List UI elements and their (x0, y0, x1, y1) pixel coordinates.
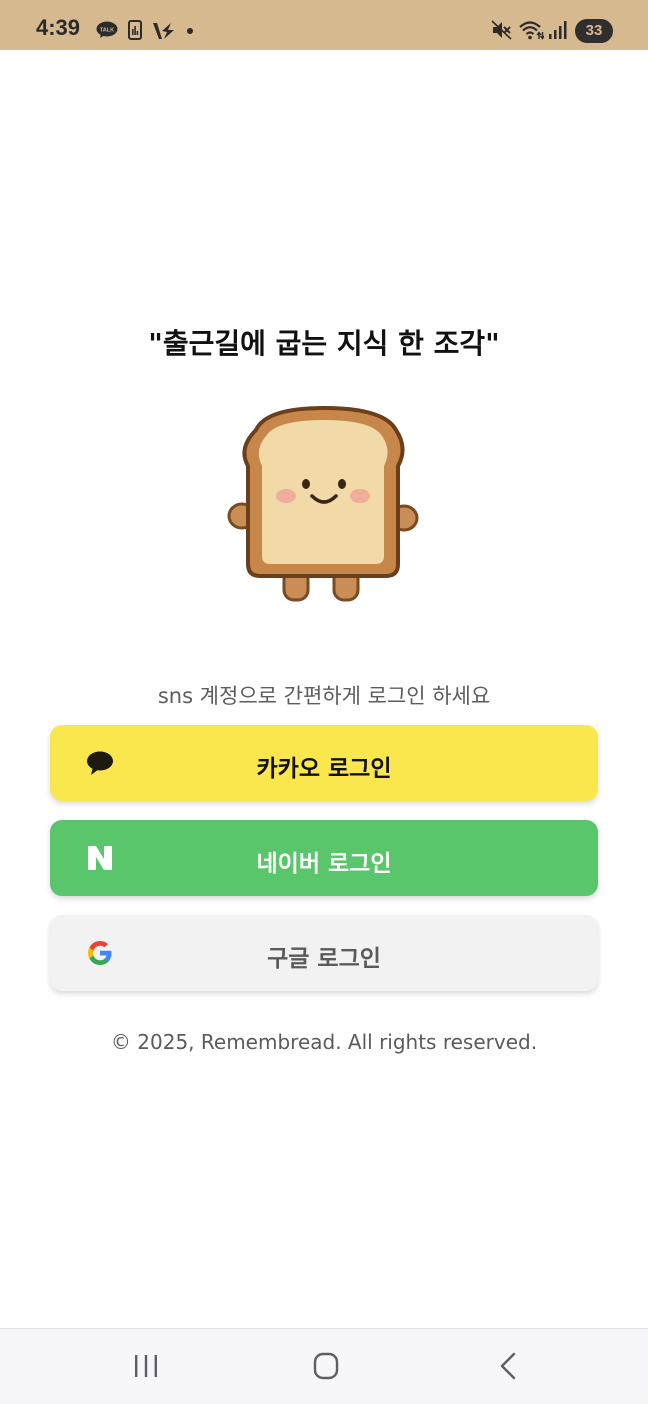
v-app-icon (153, 23, 174, 39)
toast-mascot-icon (227, 405, 419, 602)
status-time: 4:39 (36, 15, 81, 40)
kakao-login-button[interactable]: 카카오 로그인 (50, 725, 598, 801)
tagline: "출근길에 굽는 지식 한 조각" (148, 327, 500, 360)
kakao-login-label: 카카오 로그인 (256, 756, 392, 782)
svg-text:TALK: TALK (100, 28, 114, 34)
google-login-label: 구글 로그인 (267, 946, 381, 972)
signal-icon (549, 21, 567, 39)
system-nav-bar (0, 1328, 648, 1404)
mute-icon (491, 20, 512, 40)
google-login-button[interactable]: 구글 로그인 (50, 915, 598, 991)
copyright-text: © 2025, Remembread. All rights reserved. (110, 1030, 538, 1054)
home-icon[interactable] (306, 1349, 346, 1385)
dot-icon (187, 28, 193, 34)
kakaotalk-icon: TALK (96, 21, 118, 38)
wifi-icon (519, 21, 544, 40)
naver-login-button[interactable]: 네이버 로그인 (50, 820, 598, 896)
phone-stats-icon (128, 20, 142, 40)
recent-apps-icon[interactable] (126, 1349, 166, 1385)
battery-indicator: 33 (575, 19, 613, 43)
login-subtitle: sns 계정으로 간편하게 로그인 하세요 (157, 684, 491, 708)
status-bar: 4:39 TALK 33 (0, 0, 648, 50)
back-icon[interactable] (488, 1349, 528, 1385)
naver-login-label: 네이버 로그인 (256, 851, 392, 877)
login-screen: 4:39 TALK 33 "출근길에 굽는 지식 한 조각" sns 계정으로 … (0, 0, 648, 1404)
